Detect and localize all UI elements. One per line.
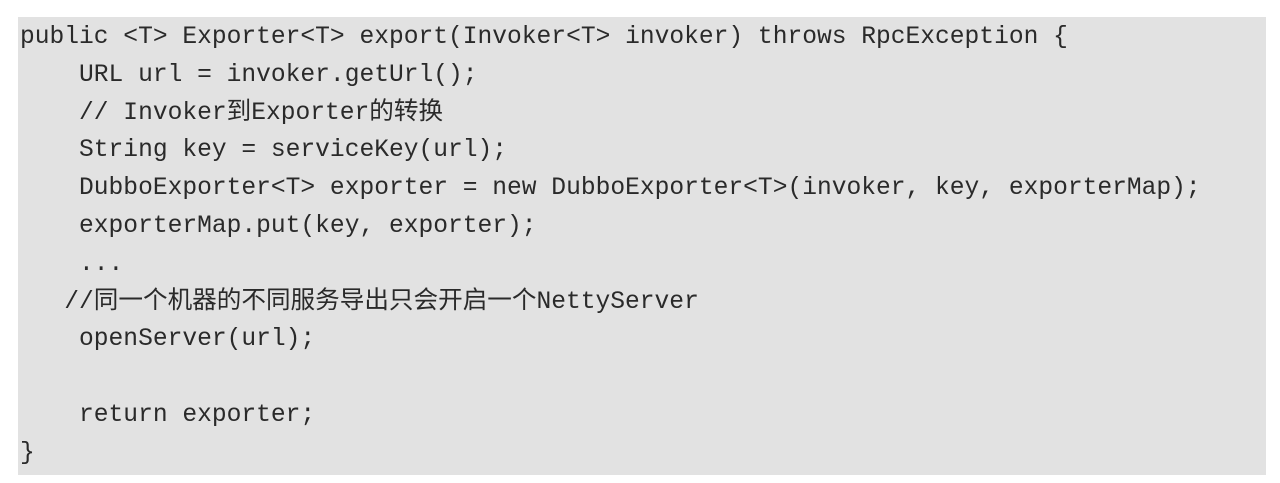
code-line: String key = serviceKey(url); — [20, 137, 508, 165]
code-line: exporterMap.put(key, exporter); — [20, 212, 537, 240]
code-line: URL url = invoker.getUrl(); — [20, 61, 478, 89]
code-comment: // Invoker到Exporter的转换 — [20, 99, 444, 127]
code-line: ... — [20, 250, 124, 278]
code-line: public <T> Exporter<T> export(Invoker<T>… — [20, 24, 1068, 51]
code-line: openServer(url); — [20, 326, 316, 354]
code-line: DubboExporter<T> exporter = new DubboExp… — [20, 175, 1201, 203]
code-comment: //同一个机器的不同服务导出只会开启一个NettyServer — [20, 288, 699, 316]
code-block: public <T> Exporter<T> export(Invoker<T>… — [18, 17, 1266, 475]
code-line: return exporter; — [20, 401, 316, 429]
code-line: } — [20, 439, 35, 467]
